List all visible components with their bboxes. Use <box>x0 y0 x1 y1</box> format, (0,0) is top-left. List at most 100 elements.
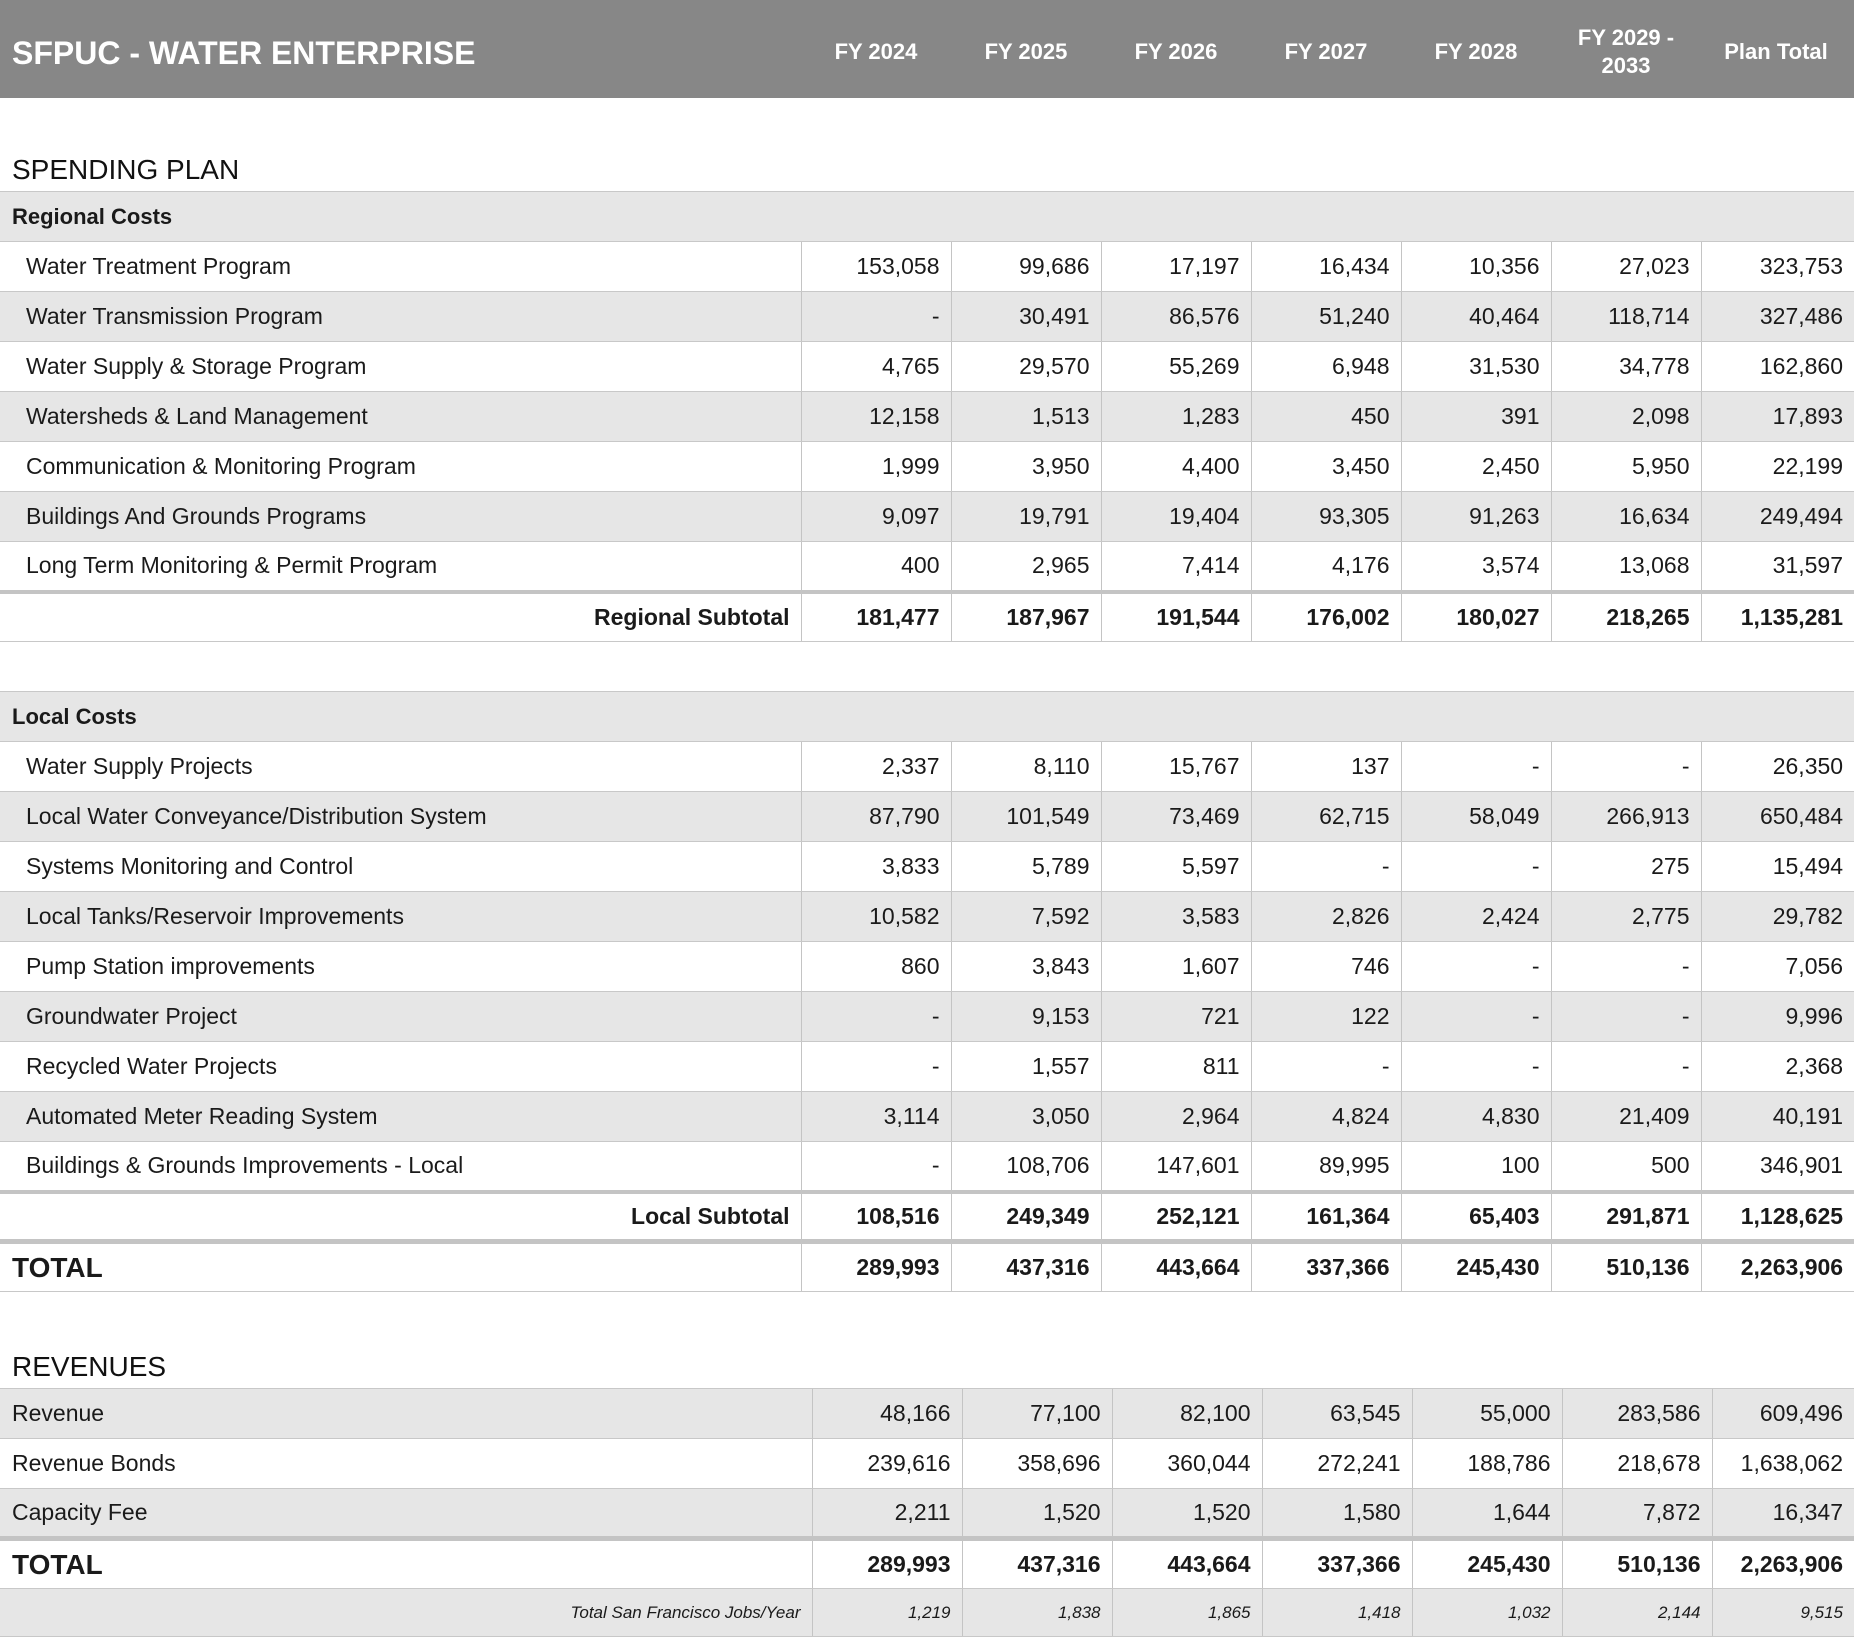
cell-fy2027: 161,364 <box>1250 1189 1401 1242</box>
cell-fy2029-2033: 275 <box>1550 841 1701 892</box>
cell-fy2028: 188,786 <box>1411 1438 1562 1489</box>
col-header-fy2024: FY 2024 <box>834 39 918 64</box>
cell-fy2027: 2,826 <box>1250 891 1401 942</box>
row-label: Buildings & Grounds Improvements - Local <box>0 1141 801 1192</box>
cell-fy2027: 51,240 <box>1250 291 1401 342</box>
cell-fy2025: 8,110 <box>950 741 1101 792</box>
cell-fy2025: 5,789 <box>950 841 1101 892</box>
cell-plan-total: 26,350 <box>1700 741 1854 792</box>
cell-fy2024: 239,616 <box>811 1438 962 1489</box>
cell-fy2025: 437,316 <box>950 1239 1101 1292</box>
cell-fy2028: 58,049 <box>1400 791 1551 842</box>
page-title: SFPUC - WATER ENTERPRISE <box>12 35 476 71</box>
cell-fy2024: 48,166 <box>811 1388 962 1439</box>
cell-plan-total: 2,263,906 <box>1711 1536 1854 1589</box>
cell-fy2029-2033: 5,950 <box>1550 441 1701 492</box>
cell-fy2028: 1,644 <box>1411 1488 1562 1539</box>
cell-fy2027: 63,545 <box>1261 1388 1412 1439</box>
total-label: TOTAL <box>0 1239 801 1292</box>
cell-fy2028: 391 <box>1400 391 1551 442</box>
cell-fy2029-2033: 500 <box>1550 1141 1701 1192</box>
cell-fy2026: 252,121 <box>1100 1189 1251 1242</box>
cell-fy2025: 9,153 <box>950 991 1101 1042</box>
cell-fy2027: 16,434 <box>1250 241 1401 292</box>
section-title-revenues: REVENUES <box>12 1351 167 1382</box>
cell-fy2024: 289,993 <box>800 1239 951 1292</box>
cell-fy2026: 443,664 <box>1100 1239 1251 1292</box>
cell-fy2025: 1,513 <box>950 391 1101 442</box>
cell-fy2025: 187,967 <box>950 589 1101 642</box>
cell-fy2027: 62,715 <box>1250 791 1401 842</box>
cell-fy2024: 9,097 <box>800 491 951 542</box>
cell-plan-total: 1,128,625 <box>1700 1189 1854 1242</box>
cell-fy2029-2033: 118,714 <box>1550 291 1701 342</box>
cell-fy2029-2033: 21,409 <box>1550 1091 1701 1142</box>
table-row: Buildings & Grounds Improvements - Local… <box>0 1141 1854 1192</box>
cell-fy2028: - <box>1400 1041 1551 1092</box>
cell-plan-total: 346,901 <box>1700 1141 1854 1192</box>
col-header-fy2028: FY 2028 <box>1434 39 1518 64</box>
cell-fy2026: 73,469 <box>1100 791 1251 842</box>
cell-fy2026: 360,044 <box>1111 1438 1262 1489</box>
cell-plan-total: 650,484 <box>1700 791 1854 842</box>
header-band: SFPUC - WATER ENTERPRISE FY 2024 FY 2025… <box>0 0 1854 98</box>
cell-plan-total: 9,515 <box>1711 1588 1854 1637</box>
cell-fy2028: 245,430 <box>1400 1239 1551 1292</box>
row-label: Groundwater Project <box>0 991 801 1042</box>
cell-fy2029-2033: 218,678 <box>1561 1438 1712 1489</box>
cell-fy2025: 3,843 <box>950 941 1101 992</box>
cell-fy2029-2033: 283,586 <box>1561 1388 1712 1439</box>
cell-fy2028: 40,464 <box>1400 291 1551 342</box>
row-label: Buildings And Grounds Programs <box>0 491 801 542</box>
total-row-revenues: TOTAL 289,993 437,316 443,664 337,366 24… <box>0 1536 1854 1589</box>
cell-plan-total: 7,056 <box>1700 941 1854 992</box>
revenues-table: Revenue 48,166 77,100 82,100 63,545 55,0… <box>0 1388 1854 1637</box>
group-heading-local: Local Costs <box>0 691 1854 742</box>
subtotal-label: Local Subtotal <box>0 1189 801 1242</box>
subtotal-row-regional: Regional Subtotal 181,477 187,967 191,54… <box>0 589 1854 642</box>
col-header-fy2029-2033: FY 2029 - 2033 <box>1577 25 1675 78</box>
cell-fy2025: 2,965 <box>950 541 1101 592</box>
spending-plan-table: Regional Costs Water Treatment Program 1… <box>0 191 1854 642</box>
row-label: Automated Meter Reading System <box>0 1091 801 1142</box>
cell-fy2024: 87,790 <box>800 791 951 842</box>
cell-plan-total: 22,199 <box>1700 441 1854 492</box>
cell-fy2024: 3,833 <box>800 841 951 892</box>
cell-fy2026: 811 <box>1100 1041 1251 1092</box>
cell-fy2027: - <box>1250 841 1401 892</box>
cell-fy2025: 101,549 <box>950 791 1101 842</box>
table-row: Local Water Conveyance/Distribution Syst… <box>0 791 1854 842</box>
jobs-label: Total San Francisco Jobs/Year <box>0 1588 812 1637</box>
cell-fy2029-2033: 34,778 <box>1550 341 1701 392</box>
row-label: Water Supply & Storage Program <box>0 341 801 392</box>
cell-fy2024: 1,219 <box>811 1588 962 1637</box>
cell-fy2029-2033: 510,136 <box>1561 1536 1712 1589</box>
cell-fy2024: - <box>800 1141 951 1192</box>
col-header-fy2027: FY 2027 <box>1284 39 1368 64</box>
cell-fy2024: 4,765 <box>800 341 951 392</box>
cell-fy2027: 137 <box>1250 741 1401 792</box>
cell-fy2027: 1,580 <box>1261 1488 1412 1539</box>
col-header-plan-total: Plan Total <box>1724 39 1828 64</box>
cell-fy2024: - <box>800 291 951 342</box>
cell-fy2027: - <box>1250 1041 1401 1092</box>
cell-fy2025: 30,491 <box>950 291 1101 342</box>
cell-fy2028: 4,830 <box>1400 1091 1551 1142</box>
row-label: Revenue <box>0 1388 812 1439</box>
cell-fy2027: 746 <box>1250 941 1401 992</box>
cell-fy2026: 19,404 <box>1100 491 1251 542</box>
cell-fy2027: 337,366 <box>1250 1239 1401 1292</box>
cell-plan-total: 2,263,906 <box>1700 1239 1854 1292</box>
cell-fy2026: 15,767 <box>1100 741 1251 792</box>
cell-fy2027: 122 <box>1250 991 1401 1042</box>
cell-fy2026: 82,100 <box>1111 1388 1262 1439</box>
cell-fy2024: - <box>800 1041 951 1092</box>
cell-plan-total: 17,893 <box>1700 391 1854 442</box>
cell-fy2025: 108,706 <box>950 1141 1101 1192</box>
cell-fy2027: 6,948 <box>1250 341 1401 392</box>
row-label: Systems Monitoring and Control <box>0 841 801 892</box>
cell-fy2028: 10,356 <box>1400 241 1551 292</box>
cell-plan-total: 40,191 <box>1700 1091 1854 1142</box>
row-label: Water Supply Projects <box>0 741 801 792</box>
group-heading-regional: Regional Costs <box>0 191 1854 242</box>
